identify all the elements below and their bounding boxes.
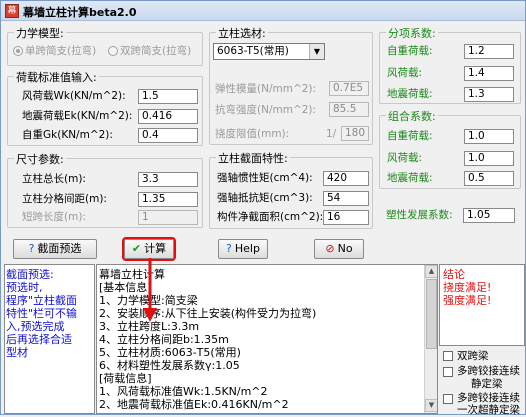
column-spacing-input[interactable]: 1.35: [138, 192, 198, 207]
deflection-ratio-prefix: 1/: [326, 128, 337, 140]
no-button[interactable]: ⊘ No: [314, 239, 364, 259]
question-icon: ?: [28, 242, 35, 255]
load-title: 荷载标准值输入:: [14, 69, 99, 85]
strength-result: 强度满足!: [443, 294, 492, 307]
material-select-value: 6063-T5(常用): [217, 45, 289, 57]
combo-quake-input[interactable]: 0.5: [464, 171, 514, 186]
combo-self-label: 自重荷载:: [387, 130, 433, 142]
quake-load-label: 地震荷载Ek(KN/m^2):: [22, 110, 133, 122]
double-span-label: 双跨简支(拉弯): [120, 45, 192, 57]
result-line: 2、地震荷载标准值Ek:0.416KN/m^2: [99, 398, 289, 411]
net-area-input[interactable]: 16: [323, 210, 369, 225]
factor-self-input[interactable]: 1.2: [464, 44, 514, 59]
main-window: 幕 幕墙立柱计算beta2.0 力学模型: 单跨简支(拉弯) 双跨简支(拉弯) …: [0, 0, 526, 416]
title-bar: 幕 幕墙立柱计算beta2.0: [1, 1, 525, 21]
combo-self-input[interactable]: 1.0: [464, 129, 514, 144]
column-length-label: 立柱总长(m):: [22, 173, 86, 185]
deflection-limit-input: 180: [341, 126, 369, 141]
tensile-strength-input: 85.5: [329, 102, 369, 117]
elastic-modulus-input: 0.7E5: [329, 81, 369, 96]
self-weight-input[interactable]: 0.4: [138, 128, 198, 143]
section-preselect-label: 截面预选: [37, 242, 82, 255]
load-group: 荷载标准值输入: 风荷载Wk(KN/m^2): 1.5 地震荷载Ek(KN/m^…: [7, 69, 203, 146]
no-entry-icon: ⊘: [325, 242, 335, 255]
self-weight-label: 自重Gk(KN/m^2):: [22, 129, 113, 141]
section-preselect-button[interactable]: ? 截面预选: [13, 239, 97, 259]
section-modulus-label: 强轴抵抗矩(cm^3):: [217, 192, 313, 204]
static-beam-label: 静定梁: [471, 378, 503, 390]
double-span-option-label: 双跨梁: [457, 350, 489, 362]
material-title: 立柱选材:: [216, 25, 268, 41]
chevron-down-icon[interactable]: ▼: [309, 44, 324, 59]
size-group: 尺寸参数: 立柱总长(m): 3.3 立柱分格间距(m): 1.35 短跨长度(…: [7, 151, 203, 228]
combination-factor-group: 组合系数: 自重荷载: 1.0 风荷载: 1.0 地震荷载: 0.5: [379, 108, 521, 189]
factor-quake-label: 地震荷载:: [387, 88, 433, 100]
double-span-radio[interactable]: [108, 46, 118, 56]
single-span-label: 单跨简支(拉弯): [25, 45, 97, 57]
mechanics-group: 力学模型: 单跨简支(拉弯) 双跨简支(拉弯): [7, 25, 203, 66]
inertia-input[interactable]: 420: [323, 171, 369, 186]
material-group: 立柱选材: 6063-T5(常用) ▼ 弹性模量(N/mm^2): 0.7E5 …: [209, 25, 373, 145]
help-label: Help: [234, 242, 260, 255]
no-label: No: [337, 242, 353, 255]
material-select[interactable]: 6063-T5(常用) ▼: [213, 43, 325, 60]
short-span-input: 1: [138, 210, 198, 225]
result-scrollbar[interactable]: ▲ ▼: [424, 265, 437, 413]
inertia-label: 强轴惯性矩(cm^4):: [217, 172, 313, 184]
combination-factor-title: 组合系数:: [386, 108, 438, 124]
section-modulus-input[interactable]: 54: [323, 191, 369, 206]
quake-load-input[interactable]: 0.416: [138, 109, 198, 124]
section-group: 立柱截面特性: 强轴惯性矩(cm^4): 420 强轴抵抗矩(cm^3): 54…: [209, 150, 373, 229]
app-icon: 幕: [5, 4, 19, 18]
scroll-down-icon[interactable]: ▼: [425, 399, 437, 412]
tensile-strength-label: 抗弯强度(N/mm^2):: [215, 104, 317, 116]
scroll-thumb[interactable]: [426, 279, 437, 349]
annotation-arrow-icon: [143, 258, 157, 322]
double-span-checkbox[interactable]: [443, 351, 453, 361]
preselect-note-pane: 截面预选: 预选时, 程序"立柱截面 特性"栏可不输 入,预选完成 后再选择合适…: [4, 264, 95, 414]
net-area-label: 构件净截面积(cm^2):: [217, 211, 324, 223]
window-title: 幕墙立柱计算beta2.0: [23, 6, 137, 19]
multi-static-checkbox[interactable]: [443, 367, 453, 377]
mechanics-title: 力学模型:: [14, 25, 66, 41]
partial-factor-title: 分项系数:: [386, 25, 438, 41]
column-length-input[interactable]: 3.3: [138, 172, 198, 187]
factor-self-label: 自重荷载:: [387, 45, 433, 57]
single-span-radio[interactable]: [13, 46, 23, 56]
elastic-modulus-label: 弹性模量(N/mm^2):: [215, 83, 317, 95]
column-spacing-label: 立柱分格间距(m):: [22, 193, 107, 205]
combo-quake-label: 地震荷载:: [387, 172, 433, 184]
multi-super-checkbox[interactable]: [443, 394, 453, 404]
multi-static-label: 多跨铰接连续: [457, 365, 520, 377]
factor-quake-input[interactable]: 1.3: [464, 87, 514, 102]
deflection-limit-label: 挠度限值(mm):: [215, 128, 290, 140]
help-question-icon: ?: [226, 242, 232, 255]
factor-wind-label: 风荷载:: [387, 67, 423, 79]
section-title: 立柱截面特性:: [216, 150, 290, 166]
plastic-factor-input[interactable]: 1.05: [463, 208, 515, 223]
wind-load-label: 风荷载Wk(KN/m^2):: [22, 90, 126, 102]
combo-wind-input[interactable]: 1.0: [464, 151, 514, 166]
wind-load-input[interactable]: 1.5: [138, 89, 198, 104]
conclusion-pane: 结论 挠度满足! 强度满足!: [439, 264, 525, 346]
help-button[interactable]: ? Help: [218, 239, 268, 259]
short-span-label: 短跨长度(m):: [22, 211, 86, 223]
size-title: 尺寸参数:: [14, 151, 66, 167]
scroll-up-icon[interactable]: ▲: [425, 265, 437, 278]
factor-wind-input[interactable]: 1.4: [464, 66, 514, 81]
plastic-factor-label: 塑性发展系数:: [386, 209, 453, 221]
note-line: 型材: [6, 346, 28, 359]
partial-factor-group: 分项系数: 自重荷载: 1.2 风荷载: 1.4 地震荷载: 1.3: [379, 25, 521, 104]
combo-wind-label: 风荷载:: [387, 152, 423, 164]
